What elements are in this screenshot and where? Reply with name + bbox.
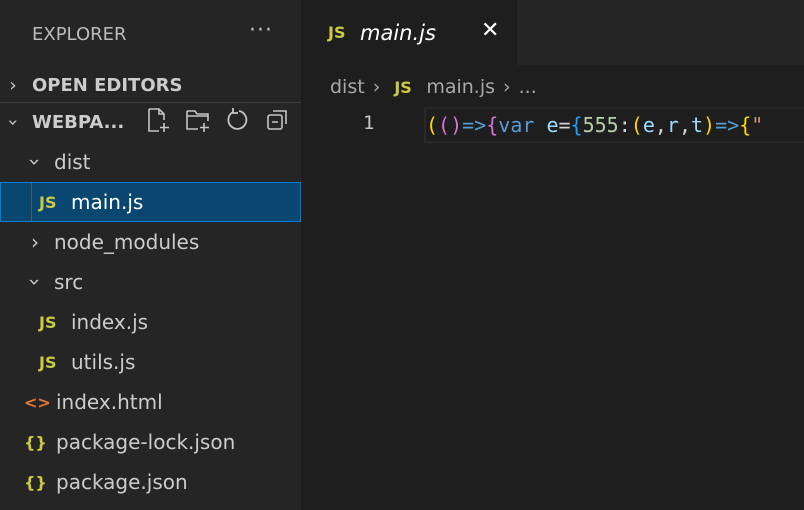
tree-item-label: src — [54, 270, 84, 294]
code-token: { — [739, 113, 752, 137]
code-token: => — [715, 113, 740, 137]
tree-folder-src[interactable]: › src — [0, 262, 301, 302]
tree-item-label: index.js — [71, 310, 149, 334]
breadcrumb: dist › JS main.js › ... — [330, 72, 537, 102]
code-token: t — [691, 113, 704, 137]
code-token: ( — [630, 113, 643, 137]
breadcrumb-folder[interactable]: dist — [330, 76, 365, 98]
js-file-icon: JS — [394, 77, 412, 97]
new-file-icon[interactable] — [145, 107, 171, 133]
chevron-right-icon: › — [372, 76, 381, 98]
breadcrumb-file[interactable]: main.js — [426, 76, 495, 98]
code-line[interactable]: (()=>{var e={555:(e,r,t)=>{" — [424, 107, 804, 143]
tree-file-index-js[interactable]: JS index.js — [0, 302, 301, 342]
chevron-down-icon: › — [23, 278, 47, 286]
chevron-down-icon: › — [23, 158, 47, 166]
tab-label: main.js — [360, 20, 436, 45]
code-token: r — [666, 113, 679, 137]
json-file-icon: {} — [24, 432, 47, 452]
js-file-icon: JS — [39, 352, 57, 372]
open-editors-section[interactable]: › OPEN EDITORS — [0, 68, 301, 102]
tree-file-package-lock-json[interactable]: {} package-lock.json — [0, 422, 301, 462]
code-token: " — [751, 113, 764, 137]
code-token: ) — [450, 113, 463, 137]
new-folder-icon[interactable] — [185, 107, 211, 133]
project-section[interactable]: › WEBPA... — [0, 102, 301, 142]
code-token: e — [642, 113, 655, 137]
js-file-icon: JS — [39, 192, 57, 212]
indent-guide — [31, 183, 32, 221]
tree-folder-dist[interactable]: › dist — [0, 142, 301, 182]
chevron-right-icon: › — [503, 76, 511, 98]
breadcrumb-more[interactable]: ... — [519, 76, 537, 98]
json-file-icon: {} — [24, 472, 47, 492]
more-actions-icon[interactable]: ··· — [249, 18, 273, 43]
tree-file-main-js[interactable]: JS main.js — [0, 182, 301, 222]
chevron-right-icon: › — [9, 74, 17, 96]
open-editors-label: OPEN EDITORS — [32, 74, 183, 96]
tree-item-label: dist — [54, 150, 91, 174]
refresh-icon[interactable] — [225, 107, 251, 133]
tree-item-label: index.html — [56, 390, 163, 414]
js-file-icon: JS — [39, 312, 57, 332]
file-tree: › dist JS main.js › node_modules › src J… — [0, 142, 301, 502]
chevron-right-icon: › — [31, 230, 39, 254]
collapse-all-icon[interactable] — [265, 107, 291, 133]
code-token: => — [462, 113, 487, 137]
explorer-header: EXPLORER ··· — [0, 0, 301, 68]
project-label: WEBPA... — [32, 112, 125, 133]
code-token: { — [570, 113, 583, 137]
code-token: ( — [438, 113, 451, 137]
code-token: = — [558, 113, 571, 137]
explorer-title: EXPLORER — [32, 23, 127, 45]
code-token: , — [678, 113, 691, 137]
code-token: ( — [426, 113, 439, 137]
tree-item-label: node_modules — [54, 230, 200, 254]
tab-bar: JS main.js ✕ — [301, 0, 804, 65]
code-token: { — [486, 113, 499, 137]
tree-item-label: package-lock.json — [56, 430, 236, 454]
tab-main-js[interactable]: JS main.js ✕ — [301, 0, 517, 65]
tree-item-label: main.js — [71, 190, 144, 214]
code-token: , — [654, 113, 667, 137]
chevron-down-icon: › — [2, 118, 24, 127]
code-token: : — [618, 113, 631, 137]
html-file-icon: <> — [24, 392, 51, 412]
tree-item-label: utils.js — [71, 350, 136, 374]
explorer-sidebar: EXPLORER ··· › OPEN EDITORS › WEBPA... ›… — [0, 0, 301, 510]
code-token: e — [546, 113, 559, 137]
tree-file-package-json[interactable]: {} package.json — [0, 462, 301, 502]
js-file-icon: JS — [328, 23, 346, 42]
close-icon[interactable]: ✕ — [481, 18, 499, 43]
code-token: var — [498, 113, 535, 137]
tree-file-index-html[interactable]: <> index.html — [0, 382, 301, 422]
tree-folder-node-modules[interactable]: › node_modules — [0, 222, 301, 262]
code-token: ) — [703, 113, 716, 137]
tree-file-utils-js[interactable]: JS utils.js — [0, 342, 301, 382]
line-number: 1 — [363, 112, 375, 134]
code-token: 555 — [582, 113, 619, 137]
tree-item-label: package.json — [56, 470, 188, 494]
